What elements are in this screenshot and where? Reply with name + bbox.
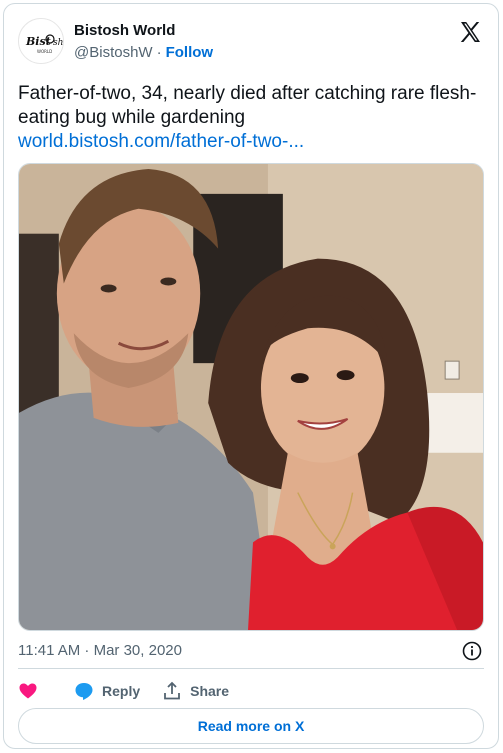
action-bar: Reply Share bbox=[18, 678, 484, 704]
tweet-link[interactable]: world.bistosh.com/father-of-two-... bbox=[18, 130, 484, 154]
tweet-header: Bist sh WORLD Bistosh World @BistoshW · Fo… bbox=[18, 18, 484, 68]
follow-button[interactable]: Follow bbox=[166, 44, 214, 61]
tweet-text: Father-of-two, 34, nearly died after cat… bbox=[18, 82, 484, 154]
svg-text:WORLD: WORLD bbox=[37, 49, 52, 54]
x-logo-icon[interactable] bbox=[458, 20, 482, 44]
svg-text:sh: sh bbox=[53, 38, 63, 48]
reply-label: Reply bbox=[102, 683, 141, 699]
timestamp[interactable]: 11:41 AM · Mar 30, 2020 bbox=[18, 642, 182, 659]
author-handle-row: @BistoshW · Follow bbox=[74, 44, 213, 61]
tweet-photo[interactable] bbox=[18, 163, 484, 631]
reply-icon bbox=[75, 683, 93, 700]
separator-dot: · bbox=[156, 44, 162, 61]
tweet-card: Bist sh WORLD Bistosh World @BistoshW · Fo… bbox=[3, 3, 499, 749]
author-name[interactable]: Bistosh World bbox=[74, 22, 175, 39]
timestamp-row: 11:41 AM · Mar 30, 2020 bbox=[18, 640, 484, 662]
reply-button[interactable]: Reply bbox=[74, 681, 140, 701]
share-button[interactable]: Share bbox=[162, 681, 229, 701]
divider bbox=[18, 668, 484, 669]
share-label: Share bbox=[190, 683, 230, 699]
photo-image bbox=[19, 164, 483, 630]
avatar[interactable]: Bist sh WORLD bbox=[18, 18, 64, 64]
read-more-button[interactable]: Read more on X bbox=[18, 708, 484, 744]
author-handle[interactable]: @BistoshW bbox=[74, 44, 153, 61]
tweet-body: Father-of-two, 34, nearly died after cat… bbox=[18, 83, 477, 128]
like-button[interactable] bbox=[18, 681, 38, 701]
bistosh-logo-icon: Bist sh WORLD bbox=[19, 19, 63, 63]
info-icon[interactable] bbox=[462, 641, 482, 661]
heart-icon bbox=[19, 683, 37, 699]
share-icon bbox=[164, 681, 181, 700]
